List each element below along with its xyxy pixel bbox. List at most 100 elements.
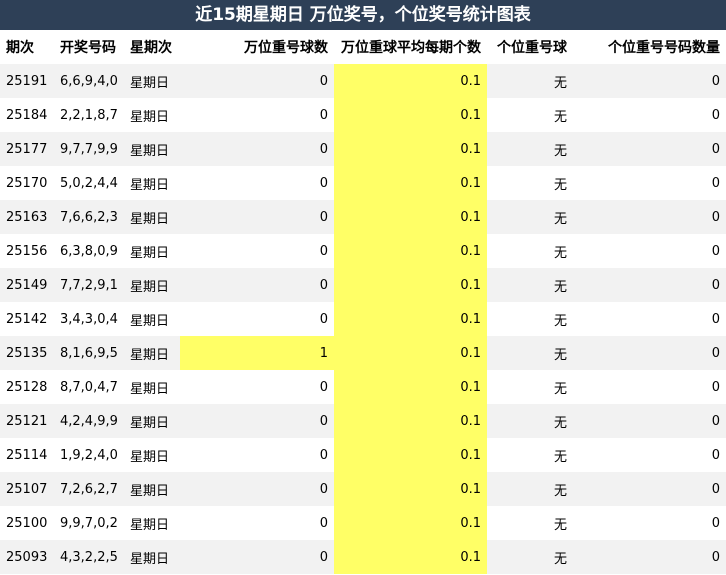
cell-avg: 0.1 [334, 336, 487, 370]
cell-avg: 0.1 [334, 200, 487, 234]
cell-ge-count: 0 [573, 336, 726, 370]
cell-qi: 25191 [0, 64, 54, 98]
cell-ge: 无 [487, 370, 573, 404]
header-xingqi: 星期次 [130, 40, 172, 56]
cell-qi: 25121 [0, 404, 54, 438]
cell-wan: 0 [180, 404, 334, 438]
cell-ge: 无 [487, 234, 573, 268]
cell-ge-count: 0 [573, 404, 726, 438]
cell-avg: 0.1 [334, 234, 487, 268]
cell-avg: 0.1 [334, 438, 487, 472]
table-row: 25121 4,2,4,9,9 星期日 0 0.1 无 0 [0, 404, 726, 438]
cell-qi: 25163 [0, 200, 54, 234]
cell-haoma: 9,9,7,0,2 [54, 506, 124, 540]
cell-qi: 25170 [0, 166, 54, 200]
cell-qi: 25142 [0, 302, 54, 336]
cell-haoma: 7,6,6,2,3 [54, 200, 124, 234]
cell-haoma: 2,2,1,8,7 [54, 98, 124, 132]
cell-wan: 0 [180, 506, 334, 540]
cell-wan: 1 [180, 336, 334, 370]
cell-qi: 25100 [0, 506, 54, 540]
header-haoma: 开奖号码 [60, 40, 116, 56]
cell-qi: 25107 [0, 472, 54, 506]
cell-qi: 25114 [0, 438, 54, 472]
cell-avg: 0.1 [334, 64, 487, 98]
cell-wan: 0 [180, 370, 334, 404]
header-avg: 万位重球平均每期个数 [341, 40, 481, 56]
page-title: 近15期星期日 万位奖号，个位奖号统计图表 [0, 0, 726, 30]
table-row: 25156 6,3,8,0,9 星期日 0 0.1 无 0 [0, 234, 726, 268]
cell-wan: 0 [180, 302, 334, 336]
cell-xingqi: 星期日 [124, 234, 180, 268]
cell-xingqi: 星期日 [124, 302, 180, 336]
cell-qi: 25128 [0, 370, 54, 404]
cell-haoma: 4,2,4,9,9 [54, 404, 124, 438]
cell-haoma: 8,7,0,4,7 [54, 370, 124, 404]
cell-ge-count: 0 [573, 200, 726, 234]
cell-xingqi: 星期日 [124, 404, 180, 438]
cell-xingqi: 星期日 [124, 540, 180, 574]
cell-avg: 0.1 [334, 98, 487, 132]
cell-qi: 25093 [0, 540, 54, 574]
cell-avg: 0.1 [334, 132, 487, 166]
header-ge: 个位重号球 [497, 40, 567, 56]
cell-ge: 无 [487, 540, 573, 574]
cell-haoma: 6,6,9,4,0 [54, 64, 124, 98]
cell-haoma: 9,7,7,9,9 [54, 132, 124, 166]
cell-xingqi: 星期日 [124, 166, 180, 200]
cell-avg: 0.1 [334, 268, 487, 302]
cell-wan: 0 [180, 132, 334, 166]
table-row: 25135 8,1,6,9,5 星期日 1 0.1 无 0 [0, 336, 726, 370]
table-row: 25093 4,3,2,2,5 星期日 0 0.1 无 0 [0, 540, 726, 574]
cell-ge: 无 [487, 506, 573, 540]
cell-wan: 0 [180, 166, 334, 200]
cell-ge: 无 [487, 98, 573, 132]
cell-ge-count: 0 [573, 64, 726, 98]
stats-table: 期次 开奖号码 星期次 万位重号球数 万位重球平均每期个数 个位重号球 个位重号… [0, 30, 726, 574]
cell-ge: 无 [487, 64, 573, 98]
cell-haoma: 8,1,6,9,5 [54, 336, 124, 370]
cell-xingqi: 星期日 [124, 336, 180, 370]
cell-xingqi: 星期日 [124, 132, 180, 166]
cell-avg: 0.1 [334, 506, 487, 540]
header-qi: 期次 [6, 40, 34, 56]
cell-xingqi: 星期日 [124, 506, 180, 540]
table-row: 25128 8,7,0,4,7 星期日 0 0.1 无 0 [0, 370, 726, 404]
cell-ge: 无 [487, 200, 573, 234]
cell-xingqi: 星期日 [124, 438, 180, 472]
cell-ge-count: 0 [573, 268, 726, 302]
cell-avg: 0.1 [334, 472, 487, 506]
table-row: 25149 7,7,2,9,1 星期日 0 0.1 无 0 [0, 268, 726, 302]
cell-wan: 0 [180, 438, 334, 472]
cell-qi: 25184 [0, 98, 54, 132]
cell-ge: 无 [487, 472, 573, 506]
cell-ge-count: 0 [573, 472, 726, 506]
cell-xingqi: 星期日 [124, 472, 180, 506]
cell-haoma: 7,7,2,9,1 [54, 268, 124, 302]
header-ge-count: 个位重号号码数量 [608, 40, 720, 56]
cell-ge: 无 [487, 438, 573, 472]
table-row: 25107 7,2,6,2,7 星期日 0 0.1 无 0 [0, 472, 726, 506]
cell-ge-count: 0 [573, 540, 726, 574]
cell-wan: 0 [180, 268, 334, 302]
cell-qi: 25177 [0, 132, 54, 166]
cell-wan: 0 [180, 98, 334, 132]
table-row: 25184 2,2,1,8,7 星期日 0 0.1 无 0 [0, 98, 726, 132]
cell-haoma: 7,2,6,2,7 [54, 472, 124, 506]
cell-haoma: 5,0,2,4,4 [54, 166, 124, 200]
cell-ge-count: 0 [573, 302, 726, 336]
cell-ge-count: 0 [573, 98, 726, 132]
cell-ge: 无 [487, 166, 573, 200]
header-row: 期次 开奖号码 星期次 万位重号球数 万位重球平均每期个数 个位重号球 个位重号… [0, 30, 726, 64]
cell-ge: 无 [487, 268, 573, 302]
table-row: 25163 7,6,6,2,3 星期日 0 0.1 无 0 [0, 200, 726, 234]
cell-avg: 0.1 [334, 404, 487, 438]
table-row: 25191 6,6,9,4,0 星期日 0 0.1 无 0 [0, 64, 726, 98]
table-row: 25177 9,7,7,9,9 星期日 0 0.1 无 0 [0, 132, 726, 166]
cell-ge: 无 [487, 336, 573, 370]
cell-wan: 0 [180, 64, 334, 98]
cell-haoma: 4,3,2,2,5 [54, 540, 124, 574]
cell-wan: 0 [180, 540, 334, 574]
cell-qi: 25149 [0, 268, 54, 302]
cell-avg: 0.1 [334, 370, 487, 404]
